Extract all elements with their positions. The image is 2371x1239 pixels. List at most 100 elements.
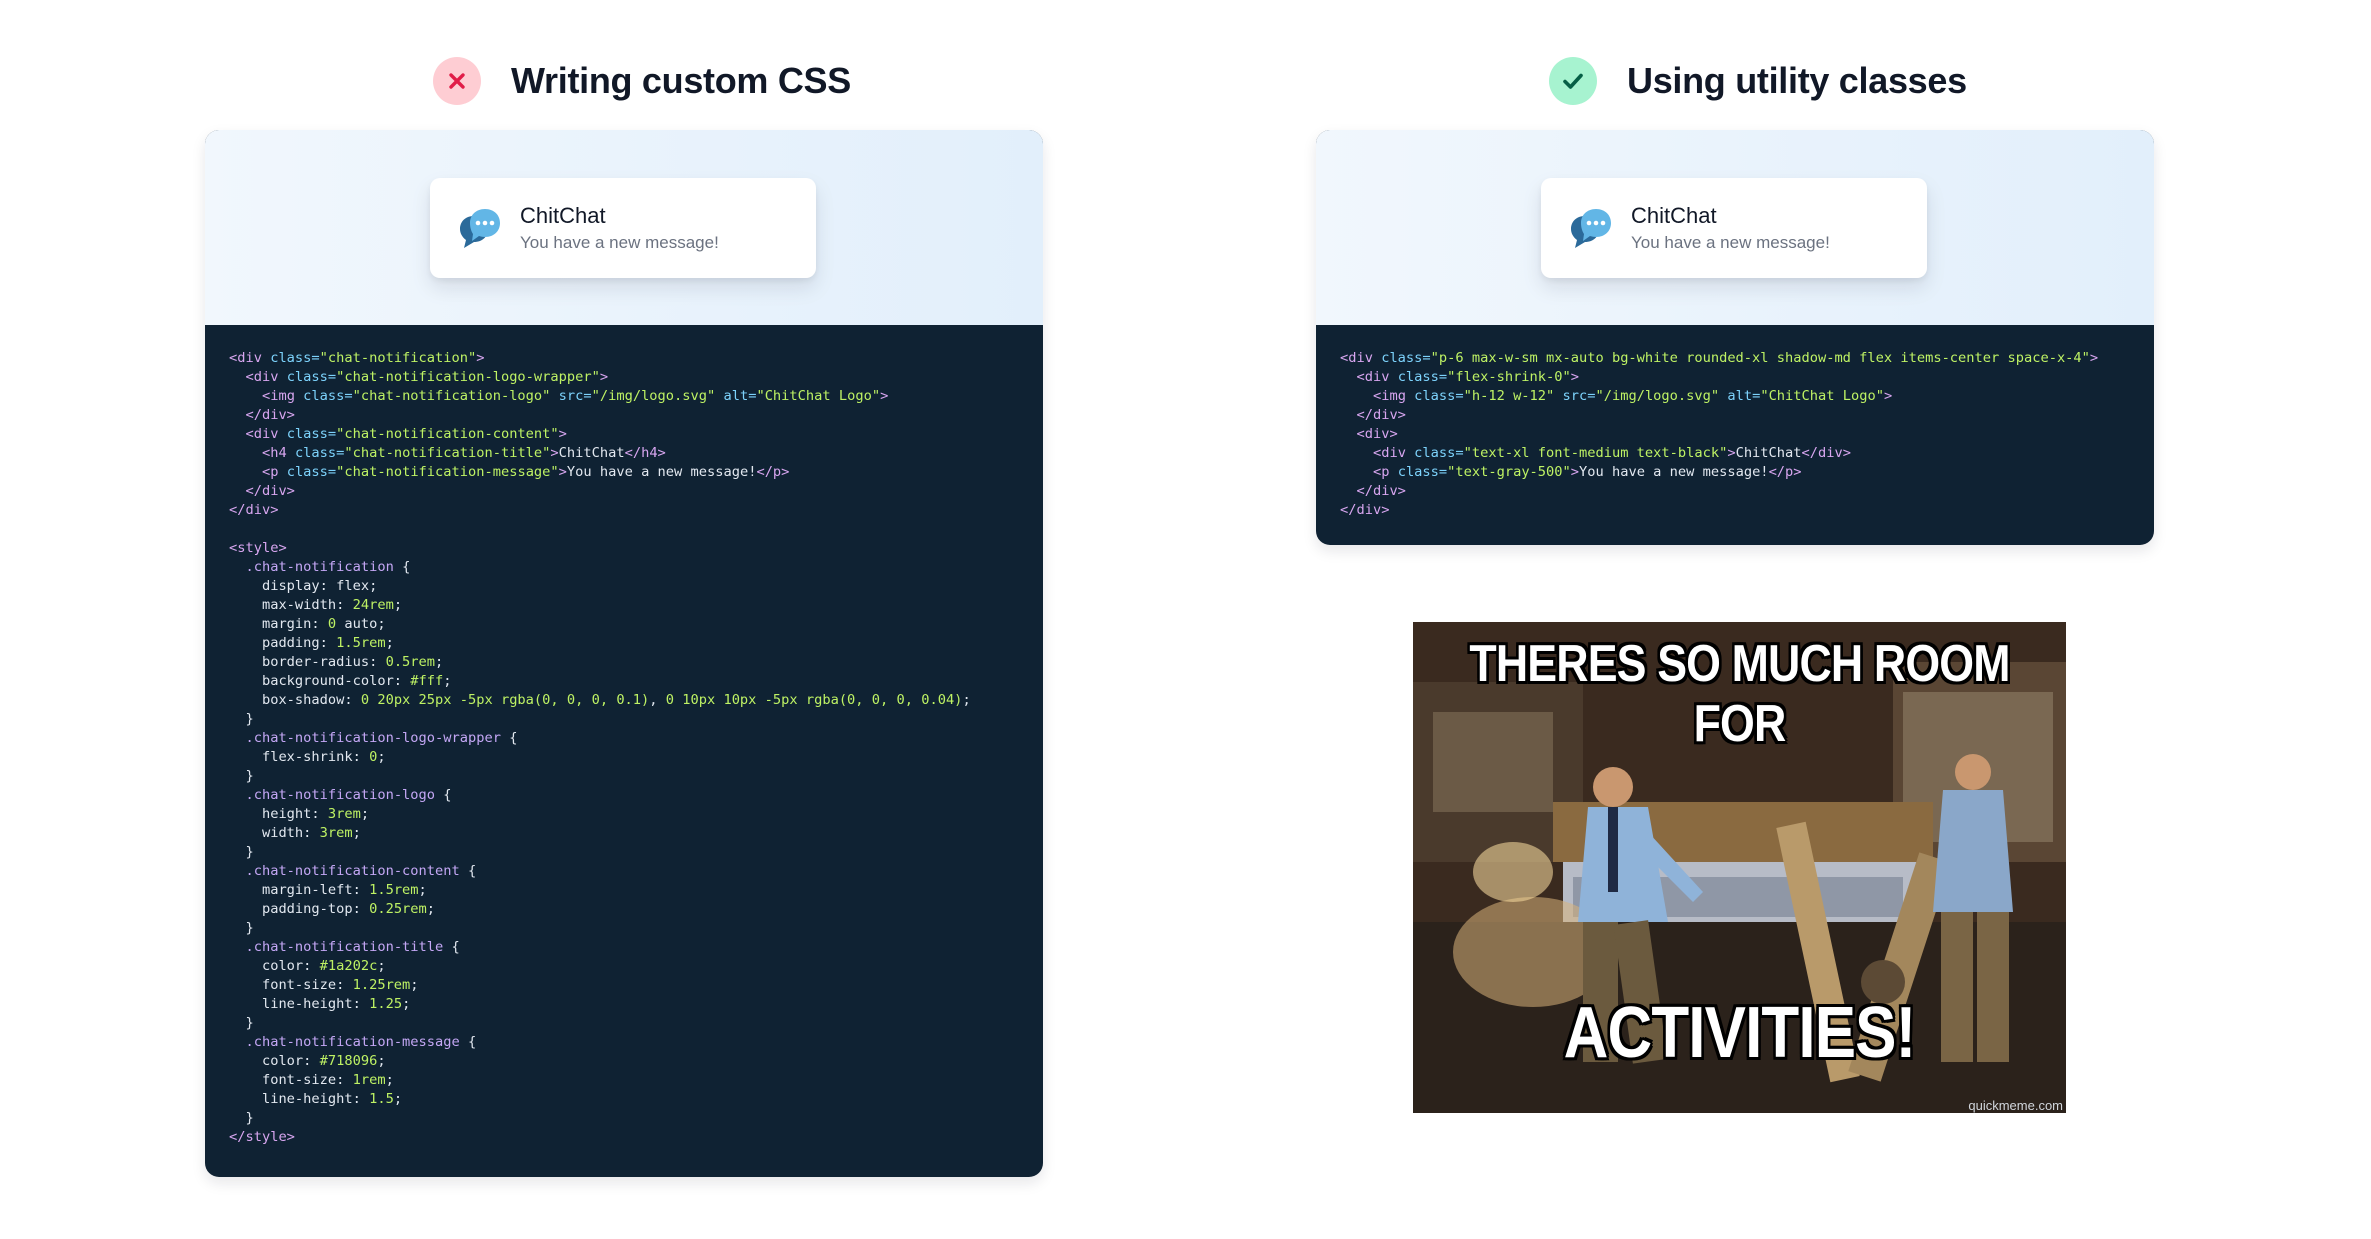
code-token: ;	[435, 654, 444, 670]
code-line: <div class="p-6 max-w-sm mx-auto bg-whit…	[1340, 349, 2130, 368]
code-token: ;	[377, 958, 386, 974]
code-token: </p>	[1768, 464, 1802, 480]
code-line: background-color: #fff;	[229, 672, 1019, 691]
code-line: </div>	[1340, 501, 2130, 520]
code-token: class=	[1397, 464, 1448, 480]
code-line: <div>	[1340, 425, 2130, 444]
code-token: class=	[286, 426, 337, 442]
code-line: }	[229, 843, 1019, 862]
code-token: box-shadow:	[229, 692, 361, 708]
code-token: flex-shrink:	[229, 749, 370, 765]
code-token: "ChitChat Logo"	[756, 388, 881, 404]
code-token: background-color:	[229, 673, 411, 689]
code-token: {	[459, 863, 477, 879]
code-token: </div>	[245, 483, 295, 499]
chat-bubbles-icon	[460, 209, 500, 248]
code-token: ;	[443, 673, 452, 689]
code-token: .chat-notification-content	[245, 863, 460, 879]
code-token: ;	[377, 1053, 386, 1069]
code-token: ChitChat	[558, 445, 625, 461]
code-token: 0.25rem	[369, 901, 427, 917]
code-token: padding:	[229, 635, 337, 651]
code-token: src=	[558, 388, 592, 404]
code-line: .chat-notification-title {	[229, 938, 1019, 957]
code-line: width: 3rem;	[229, 824, 1019, 843]
code-token: <img	[1372, 388, 1415, 404]
code-token: {	[443, 939, 460, 955]
code-line: margin: 0 auto;	[229, 615, 1019, 634]
code-token: ;	[418, 882, 427, 898]
code-token: .chat-notification-message	[245, 1034, 460, 1050]
utility-classes-code-block: <div class="p-6 max-w-sm mx-auto bg-whit…	[1316, 325, 2154, 520]
code-token: >	[599, 369, 609, 385]
code-token: <div	[1372, 445, 1415, 461]
code-line: <img class="chat-notification-logo" src=…	[229, 387, 1019, 406]
code-token: alt=	[723, 388, 757, 404]
code-line: height: 3rem;	[229, 805, 1019, 824]
chat-notification-title: ChitChat	[1631, 202, 1717, 228]
code-token: class=	[286, 369, 337, 385]
code-line: padding: 1.5rem;	[229, 634, 1019, 653]
code-line: line-height: 1.5;	[229, 1090, 1019, 1109]
code-line: padding-top: 0.25rem;	[229, 900, 1019, 919]
custom-css-code-block: <div class="chat-notification"> <div cla…	[205, 325, 1043, 1147]
code-line: color: #1a202c;	[229, 957, 1019, 976]
code-line: <div class="text-xl font-medium text-bla…	[1340, 444, 2130, 463]
code-token: "flex-shrink-0"	[1447, 369, 1571, 385]
code-token: 3rem	[319, 825, 353, 841]
code-token: ;	[962, 692, 971, 708]
code-token: >	[1570, 369, 1579, 385]
code-token: border-radius:	[229, 654, 386, 670]
code-line: <div class="flex-shrink-0">	[1340, 368, 2130, 387]
code-token: ,	[649, 692, 666, 708]
code-token: 1rem	[352, 1072, 386, 1088]
code-token: "text-xl font-medium text-black"	[1463, 445, 1728, 461]
code-token: class=	[1414, 445, 1464, 461]
code-token: >	[1727, 445, 1736, 461]
code-line: font-size: 1.25rem;	[229, 976, 1019, 995]
code-token: </div>	[245, 407, 295, 423]
code-line: </div>	[229, 406, 1019, 425]
code-line: </style>	[229, 1128, 1019, 1147]
code-line: }	[229, 767, 1019, 786]
code-token: {	[393, 559, 411, 575]
code-line: .chat-notification {	[229, 558, 1019, 577]
code-token: ;	[402, 996, 411, 1012]
chat-notification-card: ChitChat You have a new message!	[430, 178, 816, 278]
code-line: .chat-notification-message {	[229, 1033, 1019, 1052]
code-line: line-height: 1.25;	[229, 995, 1019, 1014]
code-token: class=	[294, 445, 345, 461]
code-token: class=	[270, 350, 320, 366]
meme-credit: quickmeme.com	[1968, 1098, 2063, 1113]
code-token: >	[550, 445, 559, 461]
code-token: >	[476, 350, 485, 366]
code-token: class=	[1381, 350, 1431, 366]
code-token: max-width:	[229, 597, 353, 613]
code-token: margin:	[229, 616, 328, 632]
chat-notification-title: ChitChat	[520, 202, 606, 228]
code-token: color:	[229, 958, 320, 974]
code-token: "/img/logo.svg"	[1595, 388, 1720, 404]
code-line: <p class="text-gray-500">You have a new …	[1340, 463, 2130, 482]
code-token: </style>	[229, 1129, 295, 1145]
code-line: margin-left: 1.5rem;	[229, 881, 1019, 900]
activities-meme-image: THERES SO MUCH ROOM FOR ACTIVITIES! quic…	[1413, 622, 2066, 1113]
code-token: ;	[426, 901, 436, 917]
code-token: >	[558, 464, 567, 480]
code-line: </div>	[1340, 406, 2130, 425]
code-line: </div>	[229, 482, 1019, 501]
code-token: .chat-notification-logo	[245, 787, 436, 803]
code-token: <div	[229, 350, 271, 366]
code-token: margin-left:	[229, 882, 370, 898]
code-token: src=	[1562, 388, 1596, 404]
